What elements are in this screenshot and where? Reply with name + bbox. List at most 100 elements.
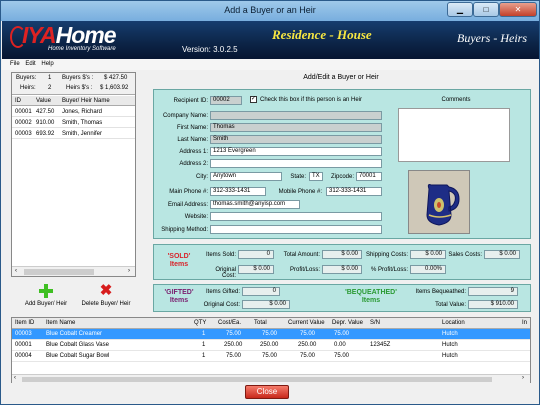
table-row[interactable]: 00004 Blue Cobalt Sugar Bowl 1 75.00 75.…	[12, 351, 530, 362]
last-name-field[interactable]: Smith	[210, 135, 382, 144]
menu-file[interactable]: File	[10, 61, 20, 67]
heir-checkbox[interactable]: ✓	[250, 96, 257, 103]
delete-buyer-heir-button[interactable]: ✖ Delete Buyer/ Heir	[77, 283, 135, 307]
first-name-field[interactable]: Thomas	[210, 123, 382, 132]
list-item[interactable]: 00001 427.50 Jones, Richard	[12, 107, 135, 117]
pct-profit-loss-label: % Profit/Loss:	[370, 267, 408, 273]
email-label: Email Address:	[167, 202, 208, 208]
items-gifted-value: 0	[242, 287, 280, 296]
email-field[interactable]: thomas.smith@anyisp.com	[210, 200, 300, 209]
add-buyer-heir-label: Add Buyer/ Heir	[24, 301, 68, 307]
comments-label: Comments	[441, 97, 471, 103]
row-item-name: Blue Cobalt Glass Vase	[46, 342, 109, 348]
items-gifted-label: Items Gifted:	[205, 289, 240, 295]
table-row[interactable]: 00001 Blue Cobalt Glass Vase 1 250.00 25…	[12, 340, 530, 351]
logo-brand-home: Home	[55, 22, 117, 48]
sold-original-cost-value: $ 0.00	[238, 265, 274, 274]
grid-col-sn[interactable]: S/N	[370, 320, 380, 326]
form-title: Add/Edit a Buyer or Heir	[303, 74, 379, 81]
heir-checkbox-label: Check this box if this person is an Heir	[260, 97, 363, 103]
website-label: Website:	[184, 214, 208, 220]
grid-col-depr-value[interactable]: Depr. Value	[332, 320, 363, 326]
list-col-id[interactable]: ID	[15, 98, 21, 104]
scroll-right-icon[interactable]: ›	[128, 268, 130, 274]
city-field[interactable]: Anytown	[210, 172, 282, 181]
mobile-phone-field[interactable]: 312-333-1431	[326, 187, 382, 196]
plus-icon	[39, 284, 53, 298]
list-header: ID Value Buyer/ Heir Name	[12, 96, 135, 106]
row-qty: 1	[202, 353, 206, 359]
shipping-costs-value: $ 0.00	[410, 250, 446, 259]
main-phone-field[interactable]: 312-333-1431	[210, 187, 266, 196]
grid-scroll-right-icon[interactable]: ›	[522, 375, 524, 381]
recipient-id-label: Recipient ID:	[173, 98, 208, 104]
list-col-value[interactable]: Value	[36, 98, 51, 104]
address1-field[interactable]: 1213 Evergreen	[210, 147, 382, 156]
sales-costs-label: Sales Costs:	[448, 252, 482, 258]
grid-scrollbar[interactable]: ‹ ›	[12, 374, 530, 383]
scroll-left-icon[interactable]: ‹	[15, 268, 17, 274]
list-item[interactable]: 00003 693.92 Smith, Jennifer	[12, 129, 135, 139]
row-item-id: 00001	[15, 342, 32, 348]
address2-field[interactable]	[210, 159, 382, 168]
list-item-id: 00002	[15, 120, 32, 126]
company-field[interactable]	[210, 111, 382, 120]
item-photo[interactable]	[408, 170, 470, 234]
list-scroll-thumb[interactable]	[24, 269, 94, 275]
add-buyer-heir-button[interactable]: Add Buyer/ Heir	[21, 284, 71, 307]
title-bar: Add a Buyer or an Heir ▁ □ ✕	[1, 1, 539, 21]
sold-items-word: Items	[169, 261, 189, 268]
residence-title: Residence - House	[272, 27, 372, 42]
last-name-label: Last Name:	[177, 137, 208, 143]
grid-col-cost[interactable]: Cost/Ea.	[218, 320, 241, 326]
grid-col-qty[interactable]: QTY	[194, 320, 206, 326]
buyers-count: 1	[48, 75, 52, 81]
logo-brand-iy: IYA	[22, 22, 57, 48]
profit-loss-value: $ 0.00	[322, 265, 362, 274]
row-item-id: 00004	[15, 353, 32, 359]
menu-help[interactable]: Help	[41, 61, 53, 67]
row-cost: 75.00	[226, 353, 242, 359]
grid-col-item-name[interactable]: Item Name	[46, 320, 75, 326]
close-button[interactable]: Close	[245, 385, 289, 399]
list-item-name: Jones, Richard	[62, 109, 103, 115]
bequeathed-items-word: Items	[361, 297, 381, 304]
list-item-name: Smith, Thomas	[62, 120, 103, 126]
stats-box: Buyers: 1 Buyers $'s : $ 427.50 Heirs: 2…	[12, 73, 135, 95]
table-row[interactable]: 00003 Blue Cobalt Creamer 1 75.00 75.00 …	[12, 329, 530, 340]
maximize-button[interactable]: □	[473, 2, 499, 17]
row-depr-value: 75.00	[334, 331, 350, 337]
grid-col-in[interactable]: In	[522, 320, 527, 326]
state-field[interactable]: TX	[309, 172, 323, 181]
minimize-button[interactable]: ▁	[447, 2, 473, 17]
grid-col-current-value[interactable]: Current Value	[288, 320, 325, 326]
main-phone-label: Main Phone #:	[169, 189, 208, 195]
menu-edit[interactable]: Edit	[25, 61, 35, 67]
row-qty: 1	[202, 342, 206, 348]
shipping-costs-label: Shipping Costs:	[365, 252, 408, 258]
comments-field[interactable]	[398, 108, 510, 162]
mobile-phone-label: Mobile Phone #:	[278, 189, 322, 195]
version-label: Version: 3.0.2.5	[182, 45, 238, 54]
website-field[interactable]	[210, 212, 382, 221]
shipping-method-label: Shipping Method:	[161, 227, 208, 233]
heirs-money-label: Heirs $'s :	[66, 85, 93, 91]
window-close-button[interactable]: ✕	[499, 2, 537, 17]
row-current-value: 75.00	[300, 353, 316, 359]
list-item-name: Smith, Jennifer	[62, 131, 103, 137]
grid-col-total[interactable]: Total	[254, 320, 267, 326]
gifted-items-panel: 'GIFTED' Items Items Gifted: 0 Original …	[153, 284, 531, 312]
grid-scroll-left-icon[interactable]: ‹	[14, 375, 16, 381]
list-col-name[interactable]: Buyer/ Heir Name	[62, 98, 110, 104]
buyer-heir-list-panel: Buyers: 1 Buyers $'s : $ 427.50 Heirs: 2…	[11, 72, 136, 277]
logo-subtitle: Home Inventory Software	[48, 46, 116, 52]
zip-field[interactable]: 70001	[356, 172, 382, 181]
grid-col-location[interactable]: Location	[442, 320, 465, 326]
grid-col-item-id[interactable]: Item ID	[15, 320, 34, 326]
sold-title: 'SOLD'	[167, 253, 191, 260]
sold-original-cost-label: Original Cost:	[215, 267, 236, 279]
shipping-method-field[interactable]	[210, 225, 382, 234]
list-item[interactable]: 00002 910.00 Smith, Thomas	[12, 118, 135, 128]
grid-scroll-thumb[interactable]	[22, 377, 492, 382]
list-scrollbar[interactable]: ‹ ›	[12, 266, 135, 276]
